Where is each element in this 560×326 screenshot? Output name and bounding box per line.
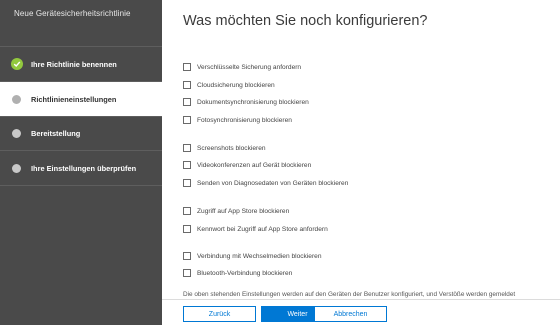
step-indicator-icon <box>12 128 21 138</box>
option-block-document-sync[interactable]: Dokumentsynchronisierung blockieren <box>183 97 309 107</box>
step-einstellungen-ueberpruefen[interactable]: Ihre Einstellungen überprüfen <box>0 151 162 185</box>
option-label: Screenshots blockieren <box>197 144 266 152</box>
option-encrypted-backup[interactable]: Verschlüsselte Sicherung anfordern <box>183 62 301 72</box>
back-button[interactable]: Zurück <box>183 306 256 322</box>
option-block-bluetooth[interactable]: Bluetooth-Verbindung blockieren <box>183 268 292 278</box>
button-bar: Zurück Weiter Abbrechen <box>162 299 560 326</box>
wizard-sidebar: Neue Gerätesicherheitsrichtlinie Ihre Ri… <box>0 0 162 325</box>
info-text: Die oben stehenden Einstellungen werden … <box>183 291 516 298</box>
option-label: Dokumentsynchronisierung blockieren <box>197 98 309 106</box>
completed-check-icon <box>11 58 23 70</box>
checkbox[interactable] <box>183 179 191 187</box>
step-richtlinieneinstellungen[interactable]: Richtlinieneinstellungen <box>0 82 162 116</box>
cancel-button[interactable]: Abbrechen <box>314 306 387 322</box>
option-label: Zugriff auf App Store blockieren <box>197 207 290 215</box>
checkbox[interactable] <box>183 269 191 277</box>
checkbox[interactable] <box>183 225 191 233</box>
option-label: Senden von Diagnosedaten von Geräten blo… <box>197 179 349 187</box>
step-ihre-richtlinie-benennen[interactable]: Ihre Richtlinie benennen <box>0 47 162 81</box>
sidebar-divider <box>0 185 162 186</box>
option-block-video-conferencing[interactable]: Videokonferenzen auf Gerät blockieren <box>183 160 311 170</box>
wizard-title: Neue Gerätesicherheitsrichtlinie <box>14 9 131 18</box>
option-block-photo-sync[interactable]: Fotosynchronisierung blockieren <box>183 115 292 125</box>
option-block-removable-media[interactable]: Verbindung mit Wechselmedien blockieren <box>183 251 322 261</box>
step-label: Ihre Richtlinie benennen <box>31 59 117 69</box>
step-indicator-icon <box>12 94 21 104</box>
option-label: Cloudsicherung blockieren <box>197 81 275 89</box>
checkbox[interactable] <box>183 144 191 152</box>
option-label: Kennwort bei Zugriff auf App Store anfor… <box>197 225 328 233</box>
option-block-app-store[interactable]: Zugriff auf App Store blockieren <box>183 206 289 216</box>
step-bereitstellung[interactable]: Bereitstellung <box>0 116 162 150</box>
checkbox[interactable] <box>183 252 191 260</box>
option-block-screenshots[interactable]: Screenshots blockieren <box>183 143 266 153</box>
option-label: Verschlüsselte Sicherung anfordern <box>197 63 302 71</box>
step-indicator-icon <box>12 163 21 173</box>
checkbox[interactable] <box>183 98 191 106</box>
checkbox[interactable] <box>183 116 191 124</box>
page-title: Was möchten Sie noch konfigurieren? <box>183 13 428 29</box>
checkbox[interactable] <box>183 161 191 169</box>
step-label: Bereitstellung <box>31 128 81 138</box>
option-label: Fotosynchronisierung blockieren <box>197 116 292 124</box>
option-require-app-store-password[interactable]: Kennwort bei Zugriff auf App Store anfor… <box>183 224 328 234</box>
checkbox[interactable] <box>183 207 191 215</box>
option-block-cloud-backup[interactable]: Cloudsicherung blockieren <box>183 80 275 90</box>
step-label: Ihre Einstellungen überprüfen <box>31 163 137 173</box>
option-block-diagnostic-data[interactable]: Senden von Diagnosedaten von Geräten blo… <box>183 178 348 188</box>
option-label: Bluetooth-Verbindung blockieren <box>197 269 293 277</box>
option-label: Videokonferenzen auf Gerät blockieren <box>197 161 312 169</box>
checkbox[interactable] <box>183 81 191 89</box>
checkbox[interactable] <box>183 63 191 71</box>
option-label: Verbindung mit Wechselmedien blockieren <box>197 252 322 260</box>
step-label: Richtlinieneinstellungen <box>31 94 117 104</box>
main-panel: Was möchten Sie noch konfigurieren? Vers… <box>162 0 560 325</box>
